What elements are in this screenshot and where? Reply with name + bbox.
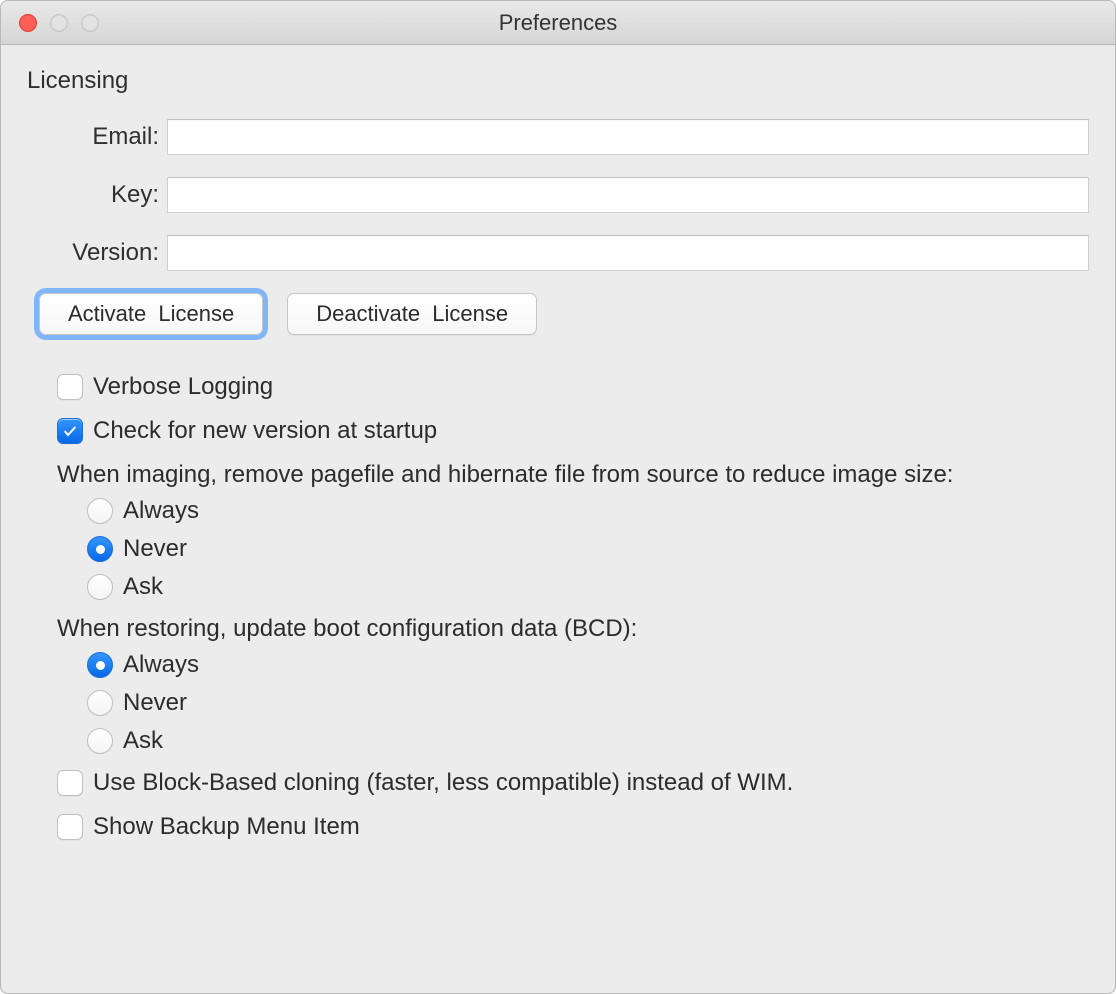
imaging-ask-radio[interactable] [87, 574, 113, 600]
license-button-row: Activate License Deactivate License [39, 293, 1089, 335]
verbose-logging-row: Verbose Logging [57, 373, 1089, 401]
titlebar[interactable]: Preferences [1, 1, 1115, 45]
check-updates-checkbox[interactable] [57, 418, 83, 444]
imaging-never-radio[interactable] [87, 536, 113, 562]
preferences-window: Preferences Licensing Email: Key: Versio… [0, 0, 1116, 994]
imaging-never-label: Never [123, 535, 187, 563]
restoring-radio-group: Always Never Ask [87, 651, 1089, 755]
key-label: Key: [47, 181, 167, 209]
restoring-never-label: Never [123, 689, 187, 717]
check-updates-row: Check for new version at startup [57, 417, 1089, 445]
deactivate-license-button[interactable]: Deactivate License [287, 293, 537, 335]
check-updates-label: Check for new version at startup [93, 417, 437, 445]
restoring-always-radio[interactable] [87, 652, 113, 678]
verbose-logging-checkbox[interactable] [57, 374, 83, 400]
key-row: Key: [27, 177, 1089, 213]
key-field[interactable] [167, 177, 1089, 213]
email-label: Email: [47, 123, 167, 151]
backup-menu-checkbox[interactable] [57, 814, 83, 840]
imaging-prompt: When imaging, remove pagefile and hibern… [57, 461, 1089, 489]
content-area: Licensing Email: Key: Version: Activate … [1, 45, 1115, 885]
imaging-always-row: Always [87, 497, 1089, 525]
email-row: Email: [27, 119, 1089, 155]
minimize-icon[interactable] [50, 14, 68, 32]
version-row: Version: [27, 235, 1089, 271]
block-based-checkbox[interactable] [57, 770, 83, 796]
activate-license-button[interactable]: Activate License [39, 293, 263, 335]
version-field[interactable] [167, 235, 1089, 271]
verbose-logging-label: Verbose Logging [93, 373, 273, 401]
licensing-section-label: Licensing [27, 67, 1089, 95]
imaging-ask-label: Ask [123, 573, 163, 601]
restoring-never-row: Never [87, 689, 1089, 717]
block-based-row: Use Block-Based cloning (faster, less co… [57, 769, 1089, 797]
imaging-always-label: Always [123, 497, 199, 525]
imaging-ask-row: Ask [87, 573, 1089, 601]
traffic-lights [1, 14, 99, 32]
restoring-never-radio[interactable] [87, 690, 113, 716]
close-icon[interactable] [19, 14, 37, 32]
restoring-prompt: When restoring, update boot configuratio… [57, 615, 1089, 643]
email-field[interactable] [167, 119, 1089, 155]
window-title: Preferences [1, 10, 1115, 36]
block-based-label: Use Block-Based cloning (faster, less co… [93, 769, 793, 797]
restoring-always-label: Always [123, 651, 199, 679]
restoring-always-row: Always [87, 651, 1089, 679]
imaging-always-radio[interactable] [87, 498, 113, 524]
version-label: Version: [47, 239, 167, 267]
restoring-ask-row: Ask [87, 727, 1089, 755]
imaging-radio-group: Always Never Ask [87, 497, 1089, 601]
backup-menu-row: Show Backup Menu Item [57, 813, 1089, 841]
restoring-ask-label: Ask [123, 727, 163, 755]
backup-menu-label: Show Backup Menu Item [93, 813, 360, 841]
restoring-ask-radio[interactable] [87, 728, 113, 754]
imaging-never-row: Never [87, 535, 1089, 563]
zoom-icon[interactable] [81, 14, 99, 32]
